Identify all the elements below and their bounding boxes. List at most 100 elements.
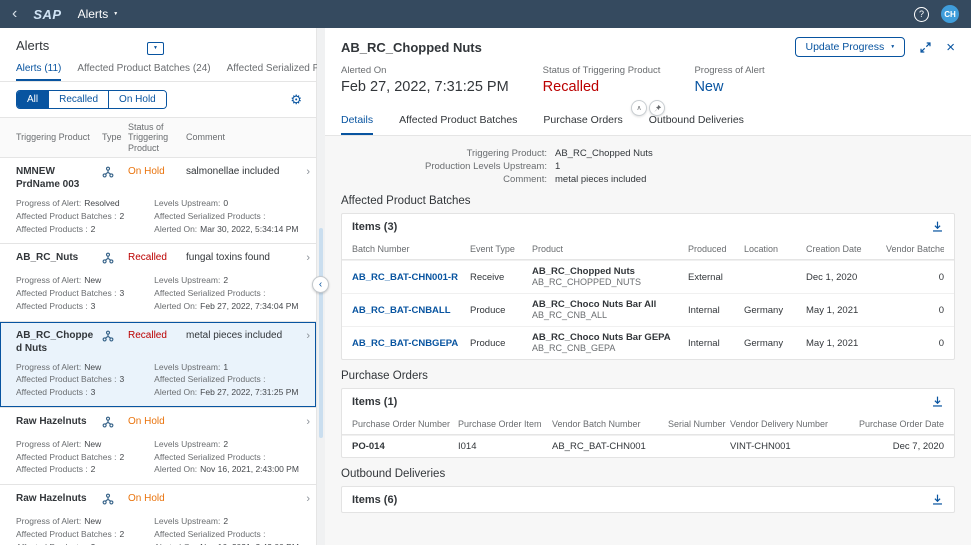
- export-icon[interactable]: [931, 220, 944, 233]
- alert-list-item[interactable]: NMNEW PrdName 003 On Hold salmonellae in…: [0, 158, 316, 244]
- col-vendor-batches: Vendor Batches: [886, 239, 944, 259]
- batch-hierarchy-icon: [102, 251, 128, 268]
- detail-value: 2: [223, 515, 228, 528]
- detail-title: AB_RC_Chopped Nuts: [341, 40, 482, 55]
- enter-fullscreen-icon[interactable]: [919, 41, 932, 54]
- alert-list-item[interactable]: Raw Hazelnuts On Hold › Progress of Aler…: [0, 408, 316, 485]
- col-triggering-product: Triggering Product: [16, 132, 102, 142]
- detail-label: Affected Product Batches :: [16, 451, 117, 464]
- detail-label: Levels Upstream:: [154, 438, 220, 451]
- alert-item-details: Progress of Alert:New Levels Upstream:1 …: [16, 361, 310, 399]
- avatar[interactable]: CH: [941, 5, 959, 23]
- progress-label: Progress of Alert: [694, 65, 764, 76]
- progress-field: Progress of Alert New: [694, 65, 764, 95]
- batch-number-link[interactable]: AB_RC_BAT-CHN001-R: [352, 267, 470, 288]
- detail-value: 3: [91, 300, 96, 313]
- detail-value: 2: [120, 210, 125, 223]
- detail-value: New: [84, 274, 101, 287]
- export-icon[interactable]: [931, 493, 944, 506]
- filter-on-hold-button[interactable]: On Hold: [108, 91, 166, 108]
- tab-outbound-deliveries[interactable]: Outbound Deliveries: [649, 114, 744, 135]
- detail-label: Affected Serialized Products :: [154, 528, 265, 541]
- event-type-cell: Produce: [470, 333, 532, 354]
- detail-label: Affected Products :: [16, 223, 88, 236]
- chevron-right-icon: ›: [298, 251, 310, 265]
- detail-label: Affected Serialized Products :: [154, 451, 265, 464]
- export-icon[interactable]: [931, 395, 944, 408]
- location-cell: [744, 272, 806, 282]
- alert-list-item[interactable]: AB_RC_Nuts Recalled fungal toxins found …: [0, 244, 316, 321]
- product-name: AB_RC_Choco Nuts Bar All: [532, 299, 656, 310]
- detail-title-row: AB_RC_Chopped Nuts Update Progress ▼ ×: [341, 37, 955, 57]
- detail-label: Alerted On:: [154, 223, 197, 236]
- gear-icon[interactable]: ⚙: [290, 92, 302, 108]
- table-row[interactable]: PO-014 I014 AB_RC_BAT-CHN001 VINT-CHN001…: [342, 435, 954, 457]
- detail-label: Progress of Alert:: [16, 438, 81, 451]
- panel-divider: ‹: [317, 28, 325, 545]
- alert-list-item-selected[interactable]: AB_RC_Chopped Nuts Recalled metal pieces…: [0, 322, 316, 408]
- tab-affected-product-batches[interactable]: Affected Product Batches (24): [77, 63, 210, 81]
- batch-hierarchy-icon: [102, 492, 128, 509]
- batch-number-link[interactable]: AB_RC_BAT-CNBGEPA: [352, 333, 470, 354]
- app-root: ‹ SAP Alerts ▼ ? CH Alerts ▼ Alerts (11)…: [0, 0, 971, 545]
- tab-purchase-orders[interactable]: Purchase Orders: [543, 114, 622, 135]
- close-icon[interactable]: ×: [946, 40, 955, 55]
- detail-label: Levels Upstream:: [154, 515, 220, 528]
- detail-value: 3: [120, 373, 125, 386]
- serial-number-cell: [668, 442, 730, 452]
- header-anchor-bar: ∧: [631, 100, 665, 116]
- chevron-right-icon: ›: [298, 329, 310, 343]
- chevron-down-icon: ▼: [153, 46, 158, 51]
- app-title-menu[interactable]: Alerts ▼: [78, 7, 119, 21]
- col-event-type: Event Type: [470, 239, 532, 259]
- vendor-batch-cell: AB_RC_BAT-CHN001: [552, 436, 668, 457]
- alerts-master-panel: Alerts ▼ Alerts (11) Affected Product Ba…: [0, 28, 317, 545]
- tab-details[interactable]: Details: [341, 114, 373, 135]
- alert-status: On Hold: [128, 415, 186, 428]
- detail-value: Nov 16, 2021, 2:43:00 PM: [200, 463, 299, 476]
- event-type-cell: Produce: [470, 300, 532, 321]
- alert-list-item[interactable]: Raw Hazelnuts On Hold › Progress of Aler…: [0, 485, 316, 545]
- location-cell: Germany: [744, 300, 806, 321]
- alert-status: On Hold: [128, 492, 186, 505]
- alerts-list: NMNEW PrdName 003 On Hold salmonellae in…: [0, 158, 316, 545]
- purchase-orders-card: Items (1) Purchase Order Number Purchase…: [341, 388, 955, 458]
- scrollbar-thumb[interactable]: [319, 228, 323, 438]
- detail-label: Alerted On:: [154, 541, 197, 545]
- detail-label: Levels Upstream:: [154, 274, 220, 287]
- filter-row: All Recalled On Hold ⚙: [0, 82, 316, 117]
- product-name: AB_RC_Choco Nuts Bar GEPA: [532, 332, 671, 343]
- detail-value: Nov 16, 2021, 2:43:00 PM: [200, 541, 299, 545]
- back-icon[interactable]: ‹: [12, 6, 17, 22]
- alert-item-top: AB_RC_Nuts Recalled fungal toxins found …: [16, 251, 310, 268]
- collapse-header-icon[interactable]: ▼: [147, 42, 164, 55]
- detail-content: Triggering Product: AB_RC_Chopped Nuts P…: [325, 136, 971, 545]
- table-row[interactable]: AB_RC_BAT-CNBALL Produce AB_RC_Choco Nut…: [342, 293, 954, 326]
- alert-item-details: Progress of Alert:New Levels Upstream:2 …: [16, 274, 310, 312]
- detail-label: Progress of Alert:: [16, 274, 81, 287]
- detail-value: Feb 27, 2022, 7:31:25 PM: [200, 386, 298, 399]
- batch-number-link[interactable]: AB_RC_BAT-CNBALL: [352, 300, 470, 321]
- detail-label: Affected Products :: [16, 300, 88, 313]
- filter-recalled-button[interactable]: Recalled: [48, 91, 108, 108]
- filter-all-button[interactable]: All: [17, 91, 48, 108]
- vendor-batches-cell: 0: [886, 300, 944, 321]
- help-icon[interactable]: ?: [914, 7, 929, 22]
- collapse-panel-icon[interactable]: ‹: [312, 276, 329, 293]
- chevron-right-icon: ›: [298, 492, 310, 506]
- pin-header-icon[interactable]: [649, 100, 665, 116]
- tab-alerts[interactable]: Alerts (11): [16, 63, 61, 81]
- detail-value: 2: [91, 223, 96, 236]
- alert-item-details: Progress of Alert:Resolved Levels Upstre…: [16, 197, 310, 235]
- alert-status: Recalled: [128, 329, 186, 342]
- table-row[interactable]: AB_RC_BAT-CNBGEPA Produce AB_RC_Choco Nu…: [342, 326, 954, 359]
- po-number-cell: PO-014: [352, 436, 458, 457]
- update-progress-button[interactable]: Update Progress ▼: [795, 37, 905, 57]
- product-code: AB_RC_CNB_ALL: [532, 310, 607, 320]
- table-row[interactable]: AB_RC_BAT-CHN001-R Receive AB_RC_Chopped…: [342, 260, 954, 293]
- creation-date-cell: Dec 1, 2020: [806, 267, 886, 288]
- detail-value: 3: [120, 287, 125, 300]
- tab-affected-product-batches[interactable]: Affected Product Batches: [399, 114, 517, 135]
- collapse-header-icon[interactable]: ∧: [631, 100, 647, 116]
- section-heading-batches: Affected Product Batches: [341, 195, 955, 207]
